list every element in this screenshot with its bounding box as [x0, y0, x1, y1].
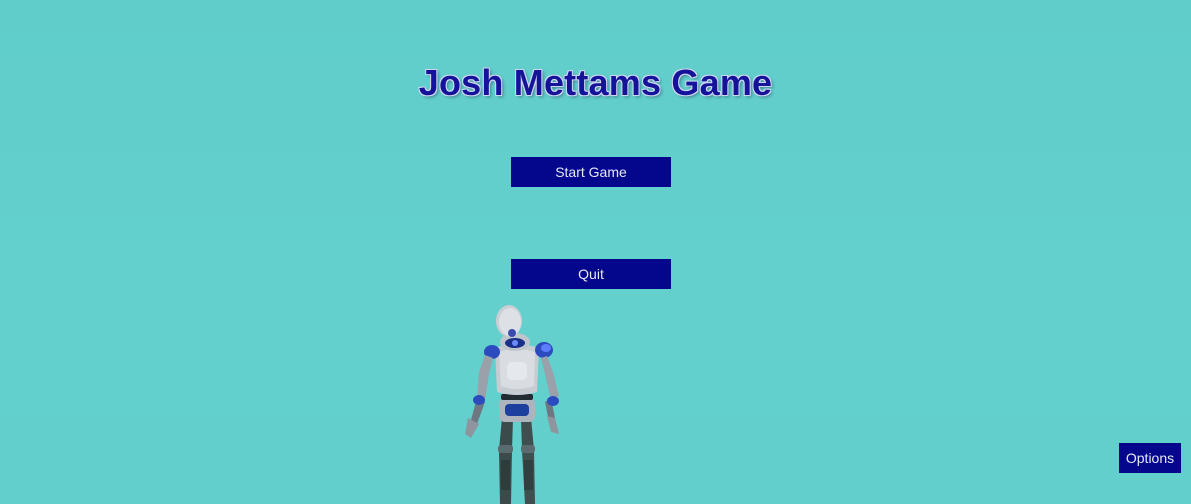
robot-torso	[495, 344, 539, 395]
options-button[interactable]: Options	[1119, 443, 1181, 473]
start-game-button[interactable]: Start Game	[511, 157, 671, 187]
robot-pelvis	[499, 394, 535, 422]
robot-head	[496, 305, 522, 337]
robot-left-arm	[465, 355, 493, 438]
game-title: Josh Mettams Game	[418, 62, 773, 103]
robot-character	[465, 305, 559, 504]
quit-button[interactable]: Quit	[511, 259, 671, 289]
robot-legs	[498, 418, 535, 504]
robot-right-arm	[541, 356, 559, 434]
